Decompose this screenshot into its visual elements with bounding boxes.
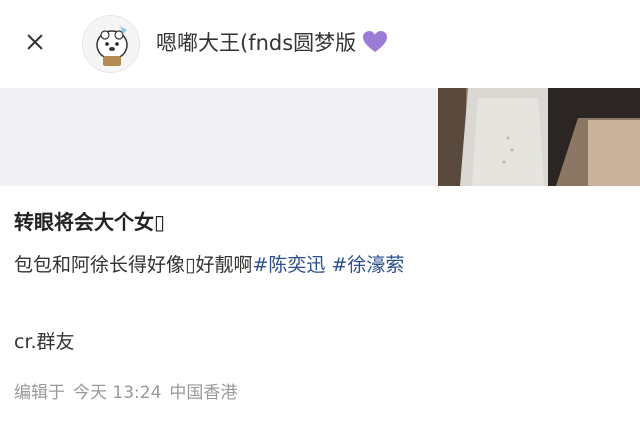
post-time: 今天 13:24 — [73, 383, 162, 403]
post-meta: 编辑于 今天 13:24 中国香港 — [14, 378, 237, 403]
avatar[interactable] — [82, 15, 140, 73]
post-credit: cr.群友 — [14, 331, 75, 353]
post-title: 转眼将会大个女▯ — [14, 210, 166, 234]
post-body: 包包和阿徐长得好像▯好靓啊#陈奕迅 #徐濠萦 — [14, 251, 626, 279]
post-header: 嗯嘟大王(fnds圆梦版 — [0, 0, 640, 88]
hashtag-link[interactable]: #陈奕迅 — [252, 254, 325, 276]
post-body-text: 包包和阿徐长得好像▯好靓啊 — [14, 254, 253, 276]
post-location: 中国香港 — [169, 383, 238, 403]
post-content: 转眼将会大个女▯ 包包和阿徐长得好像▯好靓啊#陈奕迅 #徐濠萦 cr.群友 — [14, 206, 626, 354]
author-info[interactable]: 嗯嘟大王(fnds圆梦版 — [156, 28, 388, 56]
post-photo[interactable] — [438, 88, 640, 186]
purple-heart-icon — [362, 30, 388, 54]
author-name[interactable]: 嗯嘟大王(fnds圆梦版 — [156, 27, 356, 57]
image-strip — [0, 88, 640, 186]
avatar-illustration — [83, 16, 139, 72]
close-icon[interactable] — [22, 28, 50, 56]
hashtag-link[interactable]: #徐濠萦 — [331, 254, 404, 276]
edit-label: 编辑于 — [14, 383, 65, 403]
